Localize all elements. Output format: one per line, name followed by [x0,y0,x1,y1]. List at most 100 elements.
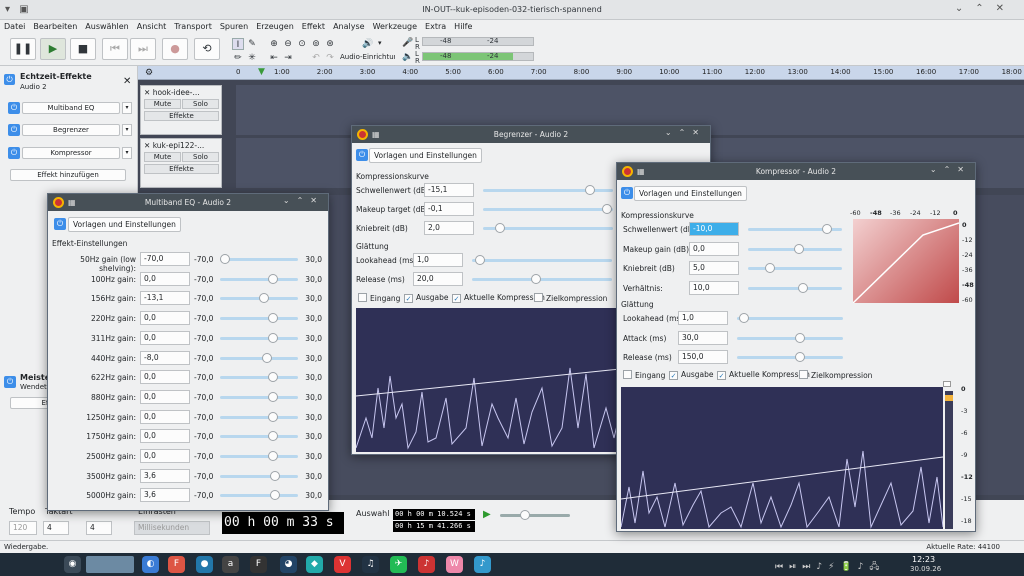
parameter-input[interactable]: 0,0 [140,449,190,463]
menu-item[interactable]: Spuren [216,20,252,33]
parameter-input[interactable]: -70,0 [140,252,190,266]
parameter-slider[interactable] [220,332,298,343]
parameter-input[interactable]: 20,0 [413,272,463,286]
parameter-input[interactable]: 1,0 [678,311,728,325]
menu-item[interactable]: Werkzeuge [369,20,421,33]
effect-dropdown-icon[interactable]: ▾ [122,147,132,159]
effect-power-icon[interactable]: ⏻ [8,124,20,136]
app-icon[interactable]: ◆ [306,556,323,573]
playhead-icon[interactable]: ▼ [258,67,265,77]
menu-item[interactable]: Bearbeiten [29,20,81,33]
parameter-slider[interactable] [220,273,298,284]
parameter-slider[interactable] [737,352,843,362]
limiter-power-icon[interactable]: ⏻ [356,149,368,161]
app-icon[interactable]: ♪ [474,556,491,573]
parameter-input[interactable]: 3,6 [140,468,190,483]
parameter-slider[interactable] [220,470,298,481]
parameter-input[interactable]: 1,0 [413,253,463,267]
speaker-icon[interactable]: 🔊 [360,38,376,50]
zoom-fit-icon[interactable]: ⊚ [310,38,322,50]
presets-button[interactable]: Vorlagen und Einstellungen [634,186,747,201]
parameter-slider[interactable] [220,293,298,304]
parameter-slider[interactable] [220,451,298,461]
snap-dropdown[interactable]: Millisekunden [134,521,210,535]
parameter-input[interactable]: 0,0 [689,241,739,256]
play-speed-slider[interactable] [500,510,570,520]
parameter-slider[interactable] [220,490,298,501]
track-effects-button[interactable]: Effekte [144,164,219,174]
envelope-tool-icon[interactable]: ✎ [246,38,258,50]
loop-button[interactable]: ⟲ [194,38,220,60]
app-icon[interactable]: ✈ [390,556,407,573]
parameter-slider[interactable] [220,372,298,383]
presets-button[interactable]: Vorlagen und Einstellungen [68,217,181,232]
menu-item[interactable]: Hilfe [450,20,476,33]
effect-dropdown-icon[interactable]: ▾ [122,102,132,114]
graph-checkbox[interactable]: Zielkompression [534,293,607,303]
checkbox-icon[interactable] [534,293,543,302]
presets-button[interactable]: Vorlagen und Einstellungen [369,148,482,163]
parameter-input[interactable]: 5,0 [689,261,739,275]
window-controls[interactable]: ⌄⌃✕ [955,3,1016,14]
audacity-icon[interactable]: ♪ [418,556,435,573]
panel-power-icon[interactable]: ⏻ [4,74,15,85]
compressor-dialog-titlebar[interactable]: ▦ Kompressor - Audio 2 ⌄⌃✕ [617,163,975,180]
graph-checkbox[interactable]: ✓ Aktuelle Kompression [452,293,545,303]
effect-multiband-eq-button[interactable]: Multiband EQ [22,102,120,114]
parameter-slider[interactable] [483,223,613,233]
zoom-out-icon[interactable]: ⊖ [282,38,294,50]
silence-icon[interactable]: ⇥ [282,52,294,64]
window-controls[interactable]: ⌄⌃✕ [930,165,971,174]
headphones-icon[interactable]: ♫ [362,556,379,573]
playback-meter[interactable] [422,52,534,61]
zoom-selection-icon[interactable]: ⊙ [296,38,308,50]
parameter-input[interactable]: 3,6 [140,488,190,503]
parameter-slider[interactable] [220,254,298,264]
audio-setup-dropdown-icon[interactable]: ▾ [378,39,382,47]
parameter-input[interactable]: -15,1 [424,183,474,197]
checkbox-icon[interactable] [799,370,808,379]
parameter-slider[interactable] [748,224,842,234]
audio-setup-label[interactable]: Audio-Einrichtung [340,53,395,61]
parameter-slider[interactable] [483,185,613,195]
play-button[interactable]: ▶ [40,38,66,60]
effect-dropdown-icon[interactable]: ▾ [122,124,132,136]
checkbox-icon[interactable]: ✓ [717,371,726,380]
app-icon[interactable]: a [222,556,239,573]
compressor-power-icon[interactable]: ⏻ [621,187,633,199]
parameter-slider[interactable] [748,243,842,254]
checkbox-icon[interactable]: ✓ [404,294,413,303]
eq-power-icon[interactable]: ⏻ [54,218,66,230]
parameter-input[interactable]: 0,0 [140,389,190,404]
close-icon[interactable]: ✕ [144,141,150,150]
master-power-icon[interactable]: ⏻ [4,376,16,388]
parameter-input[interactable]: 0,0 [140,271,190,286]
window-controls[interactable]: ⌄⌃✕ [283,196,324,205]
firefox-icon[interactable]: ◐ [142,556,159,573]
effect-power-icon[interactable]: ⏻ [8,147,20,159]
app-menu-icon[interactable]: ◉ [64,556,81,573]
solo-button[interactable]: Solo [182,99,219,109]
clock-date[interactable]: 30.09.26 [910,565,941,573]
track-effects-button[interactable]: Effekte [144,111,219,121]
effect-power-icon[interactable]: ⏻ [8,102,20,114]
parameter-input[interactable]: -8,0 [140,350,190,365]
menu-item[interactable]: Erzeugen [252,20,298,33]
parameter-input[interactable]: 0,0 [140,409,190,424]
stop-button[interactable]: ■ [70,38,96,60]
track-name[interactable]: ✕ hook-idee-... [144,88,218,97]
menu-item[interactable]: Ansicht [133,20,171,33]
parameter-input[interactable]: 0,0 [140,370,190,385]
pdf-app-icon[interactable]: F [168,556,185,573]
play-at-speed-icon[interactable]: ▶ [483,509,491,520]
track-name[interactable]: ✕ kuk-epi122-... [144,141,218,150]
parameter-slider[interactable] [220,391,298,402]
effect-compressor-button[interactable]: Kompressor [22,147,120,159]
record-button[interactable]: ● [162,38,188,60]
parameter-input[interactable]: 10,0 [689,280,739,295]
app-icon[interactable]: F [250,556,267,573]
solo-button[interactable]: Solo [182,152,219,162]
menu-item[interactable]: Analyse [329,20,369,33]
eq-dialog-titlebar[interactable]: ▦ Multiband EQ - Audio 2 ⌄⌃✕ [48,194,328,211]
draw-tool-icon[interactable]: ✏ [232,52,244,64]
